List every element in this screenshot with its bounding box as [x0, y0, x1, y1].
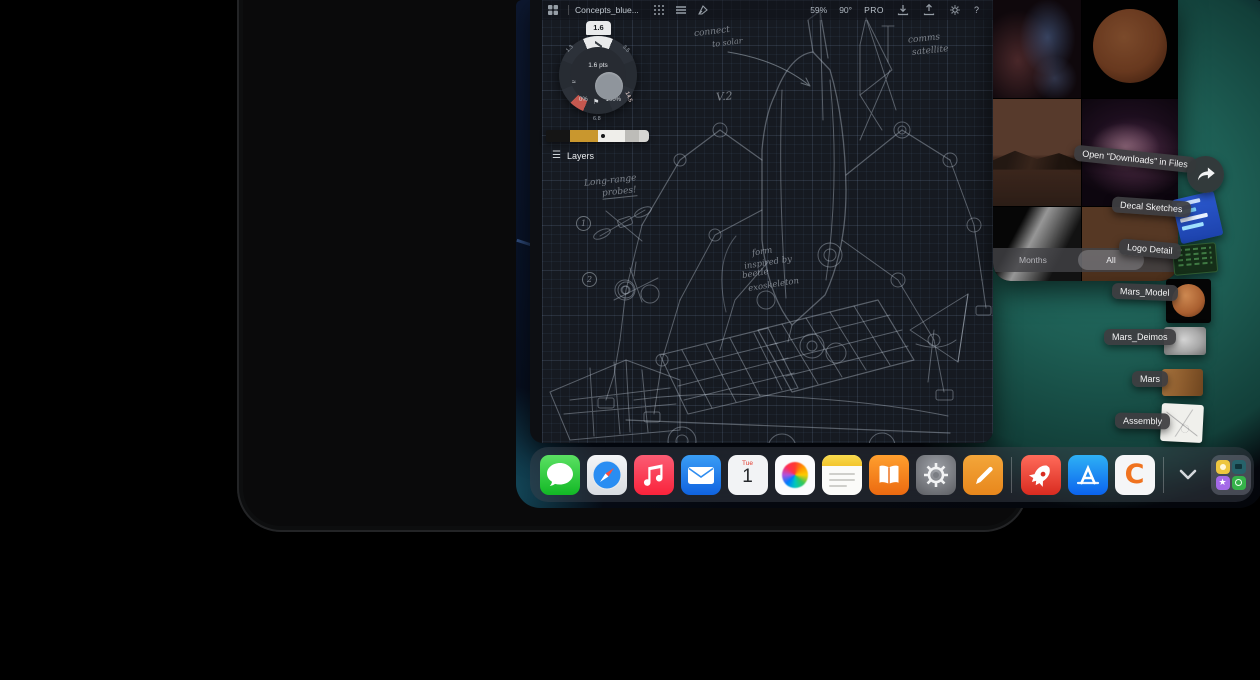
- share-arrow-icon: [1196, 166, 1216, 184]
- toolbar-divider: [568, 5, 569, 15]
- flag-tool-icon: ⚑: [593, 98, 599, 106]
- dock-divider-2: [1163, 457, 1164, 493]
- layer-stack-icon[interactable]: [675, 4, 687, 16]
- dock-divider: [1011, 457, 1012, 493]
- ipad-screen: connect to solar comms satellite V.2 Lon…: [516, 0, 1260, 508]
- dock: Tue 1: [530, 447, 1254, 502]
- tool-wheel[interactable]: 1.3 3.5 14.5 ⚑ 6.8 1.6 pts ≈ ◑ 0% 100%: [559, 36, 637, 114]
- wedge-flag-size: 6.8: [593, 116, 601, 122]
- messages-app-icon[interactable]: [540, 455, 580, 495]
- notes-app-icon[interactable]: [822, 455, 862, 495]
- mail-app-icon[interactable]: [681, 455, 721, 495]
- swatch-selection-dot: [601, 134, 605, 138]
- note-version: V.2: [715, 89, 733, 103]
- concepts-app-window: connect to solar comms satellite V.2 Lon…: [530, 0, 993, 443]
- share-drop-button[interactable]: [1187, 156, 1224, 193]
- stroke-size-label: 1.6 pts: [570, 62, 626, 69]
- drag-label-mars: Mars: [1132, 371, 1168, 387]
- pencil-tool-icon: [595, 40, 602, 49]
- photos-app-window: Months All: [993, 0, 1178, 281]
- concepts-app-icon[interactable]: C: [1115, 455, 1155, 495]
- app-library-icon[interactable]: ★: [1211, 455, 1251, 495]
- rotation-value[interactable]: 90°: [839, 5, 852, 15]
- photo-horsehead-nebula[interactable]: [993, 0, 1081, 98]
- photo-grid: [993, 0, 1178, 281]
- pro-badge[interactable]: PRO: [864, 5, 884, 15]
- drag-label-assembly: Assembly: [1115, 413, 1170, 430]
- pen-nib-icon[interactable]: [697, 4, 709, 16]
- note-number-2: 2: [582, 272, 597, 287]
- import-icon[interactable]: [897, 4, 909, 16]
- drag-label-mars-deimos: Mars_Deimos: [1104, 329, 1176, 345]
- settings-gear-icon[interactable]: [949, 4, 961, 16]
- calendar-day: 1: [728, 467, 768, 486]
- concepts-toolbar: Concepts_blue... 59% 90° PRO ?: [542, 0, 993, 20]
- thumb-mars[interactable]: [1162, 369, 1203, 396]
- photo-mars-planet[interactable]: [1082, 0, 1178, 98]
- dock-chevron-button[interactable]: [1175, 455, 1201, 495]
- thumb-decal-sketches[interactable]: [1171, 191, 1223, 245]
- swatch-dark[interactable]: [546, 130, 570, 142]
- music-app-icon[interactable]: [634, 455, 674, 495]
- tool-wheel-knob[interactable]: [595, 72, 623, 100]
- zoom-level[interactable]: 59%: [810, 5, 827, 15]
- wedge-tag-size: 14.5: [624, 91, 634, 103]
- dot-grid-icon[interactable]: [653, 4, 665, 16]
- photo-mars-landscape[interactable]: [993, 99, 1081, 206]
- photos-app-icon[interactable]: [775, 455, 815, 495]
- note-number-1: 1: [576, 216, 591, 231]
- active-tool-size-tab[interactable]: 1.6: [586, 21, 611, 35]
- swatch-gray[interactable]: [625, 130, 639, 142]
- layers-label: Layers: [567, 151, 594, 161]
- app-store-icon[interactable]: [1068, 455, 1108, 495]
- safari-app-icon[interactable]: [587, 455, 627, 495]
- books-app-icon[interactable]: [869, 455, 909, 495]
- smoothing-icon: ≈: [572, 79, 576, 86]
- opacity-min-label: 0%: [579, 97, 588, 103]
- help-button[interactable]: ?: [974, 5, 979, 15]
- chevron-down-icon: [1179, 469, 1197, 481]
- document-title[interactable]: Concepts_blue...: [575, 5, 639, 15]
- swatch-gold[interactable]: [570, 130, 598, 142]
- tool-wheel-inner-ring[interactable]: 1.6 pts ≈ ◑ 0% 100%: [570, 47, 626, 103]
- layers-menu-icon: ☰: [552, 150, 561, 161]
- drag-label-mars-model: Mars_Model: [1112, 283, 1178, 301]
- color-swatch-bar[interactable]: [546, 130, 649, 142]
- rocket-app-icon[interactable]: [1021, 455, 1061, 495]
- layers-button[interactable]: ☰ Layers: [552, 150, 594, 161]
- ipad-device-frame: connect to solar comms satellite V.2 Lon…: [237, 0, 1028, 532]
- concepts-letter: C: [1115, 455, 1155, 495]
- calendar-app-icon[interactable]: Tue 1: [728, 455, 768, 495]
- pages-pen-app-icon[interactable]: [963, 455, 1003, 495]
- swatch-light-gray[interactable]: [639, 130, 649, 142]
- settings-app-icon[interactable]: [916, 455, 956, 495]
- app-grid-icon[interactable]: [547, 4, 559, 16]
- tab-months[interactable]: Months: [1019, 255, 1047, 265]
- export-icon[interactable]: [923, 4, 935, 16]
